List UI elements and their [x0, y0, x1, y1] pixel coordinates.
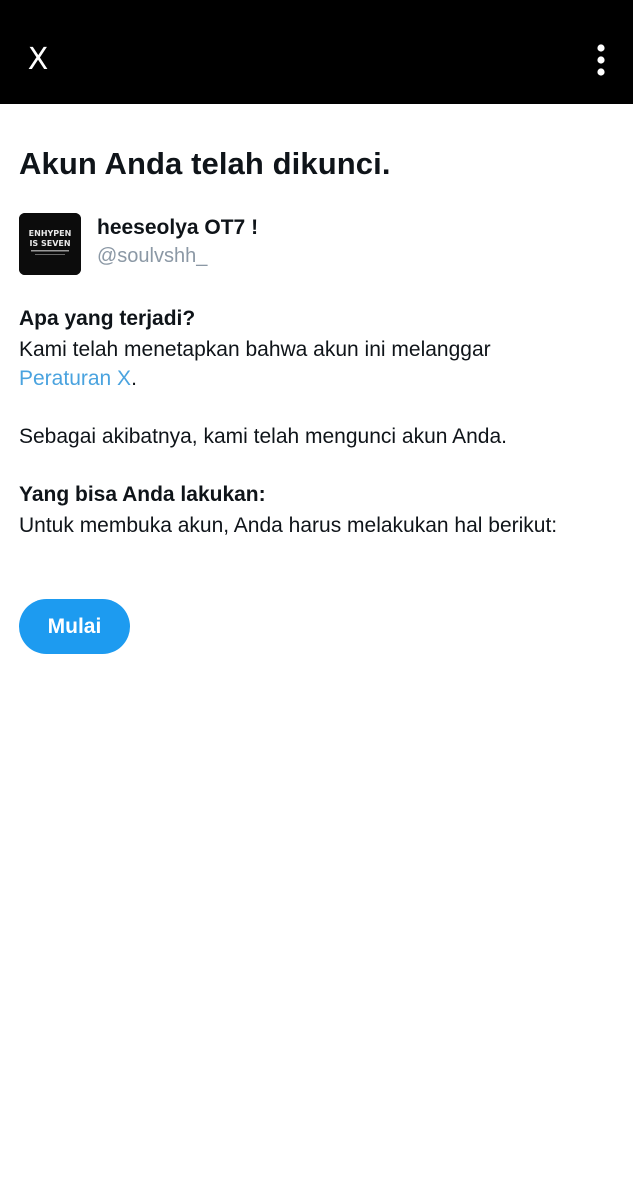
display-name: heeseolya OT7 ! [97, 216, 259, 239]
x-logo-icon: X [27, 42, 49, 77]
page-title: Akun Anda telah dikunci. [19, 146, 391, 181]
violation-text-line-2: Peraturan X. [19, 364, 137, 393]
unlock-instructions: Untuk membuka akun, Anda harus melakukan… [19, 514, 558, 537]
start-button[interactable]: Mulai [19, 599, 130, 654]
account-handle: @soulvshh_ [97, 245, 208, 267]
avatar-text-line-2: IS SEVEN [29, 239, 70, 248]
more-options-button[interactable] [585, 38, 617, 82]
consequence-text: Sebagai akibatnya, kami telah mengunci a… [19, 425, 507, 448]
violation-text: Kami telah menetapkan bahwa akun ini mel… [19, 335, 491, 364]
rules-link[interactable]: Peraturan X [19, 367, 131, 390]
what-happened-heading: Apa yang terjadi? [19, 307, 196, 330]
account-card: ENHYPEN IS SEVEN heeseolya OT7 ! @soulvs… [19, 213, 619, 277]
more-vertical-icon [597, 44, 605, 76]
top-bar: X [0, 0, 633, 104]
what-you-can-do-heading: Yang bisa Anda lakukan: [19, 483, 266, 506]
avatar: ENHYPEN IS SEVEN [19, 213, 81, 275]
violation-text-prefix: Kami telah menetapkan bahwa akun ini mel… [19, 338, 491, 361]
violation-text-suffix: . [131, 367, 137, 390]
avatar-text-line-1: ENHYPEN [29, 229, 72, 238]
close-button[interactable]: X [18, 40, 58, 80]
avatar-image: ENHYPEN IS SEVEN [19, 213, 81, 275]
